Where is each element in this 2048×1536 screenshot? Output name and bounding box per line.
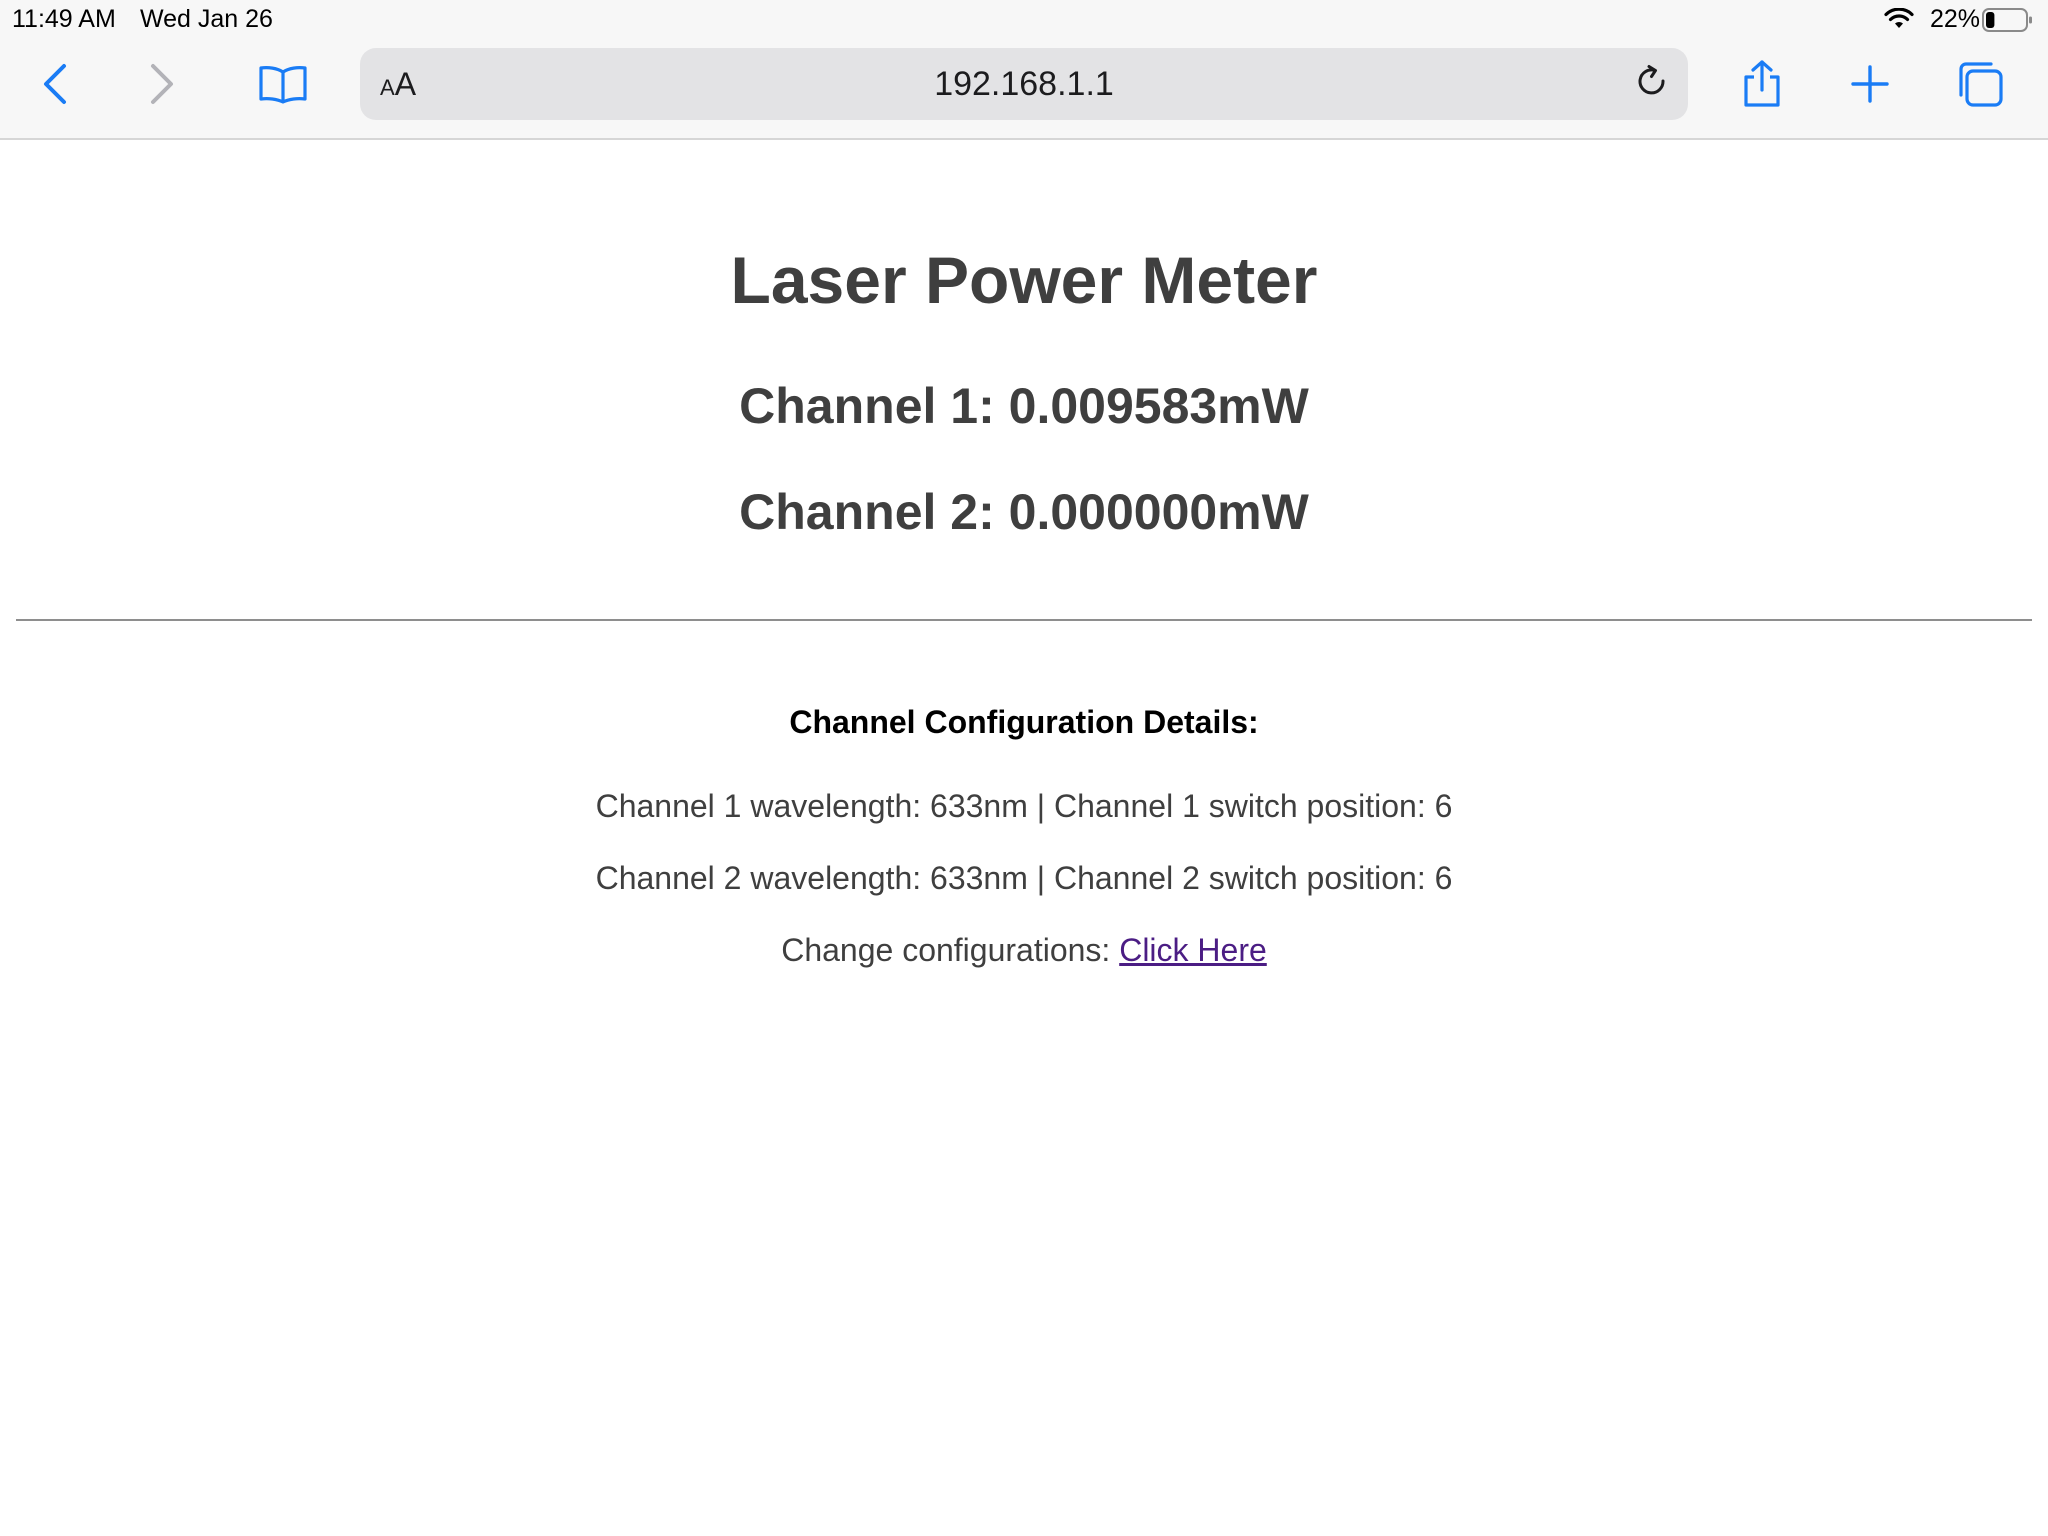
url-text[interactable]: 192.168.1.1 <box>360 64 1688 104</box>
share-button[interactable] <box>1732 56 1792 116</box>
reload-icon <box>1634 64 1670 105</box>
chevron-left-icon <box>40 62 70 111</box>
battery-fill <box>1986 12 1995 28</box>
page-title: Laser Power Meter <box>730 243 1318 317</box>
change-config-label: Change configurations: <box>781 932 1120 968</box>
browser-chrome: 11:49 AM Wed Jan 26 22% AA 192.168.1.1 <box>0 0 2048 140</box>
plus-icon <box>1850 64 1890 109</box>
wifi-icon <box>1884 7 1914 35</box>
tabs-icon <box>1955 59 2005 114</box>
new-tab-button[interactable] <box>1840 56 1900 116</box>
config-heading: Channel Configuration Details: <box>789 704 1259 740</box>
status-bar: 11:49 AM Wed Jan 26 22% <box>0 0 2048 38</box>
change-config-line: Change configurations: Click Here <box>0 930 2048 970</box>
channel2-config-details: Channel 2 wavelength: 633nm | Channel 2 … <box>595 860 1453 896</box>
bookmarks-button[interactable] <box>253 56 313 116</box>
status-date: Wed Jan 26 <box>140 5 273 33</box>
share-icon <box>1740 59 1784 114</box>
web-page: Laser Power Meter Channel 1: 0.009583mW … <box>0 140 2048 1536</box>
battery-percentage: 22% <box>1929 5 1980 33</box>
divider <box>16 619 2032 621</box>
change-config-link[interactable]: Click Here <box>1119 932 1267 968</box>
channel1-power-reading: Channel 1: 0.009583mW <box>739 378 1309 434</box>
back-button[interactable] <box>25 56 85 116</box>
book-icon <box>258 64 308 109</box>
tabs-button[interactable] <box>1950 56 2010 116</box>
channel1-config-details: Channel 1 wavelength: 633nm | Channel 1 … <box>595 788 1453 824</box>
reload-button[interactable] <box>1630 62 1674 106</box>
status-time: 11:49 AM <box>12 5 116 33</box>
channel2-power-reading: Channel 2: 0.000000mW <box>739 484 1309 540</box>
forward-button[interactable] <box>132 56 192 116</box>
battery-icon <box>1982 8 2034 37</box>
address-bar[interactable]: AA 192.168.1.1 <box>360 48 1688 120</box>
chevron-right-icon <box>147 62 177 111</box>
